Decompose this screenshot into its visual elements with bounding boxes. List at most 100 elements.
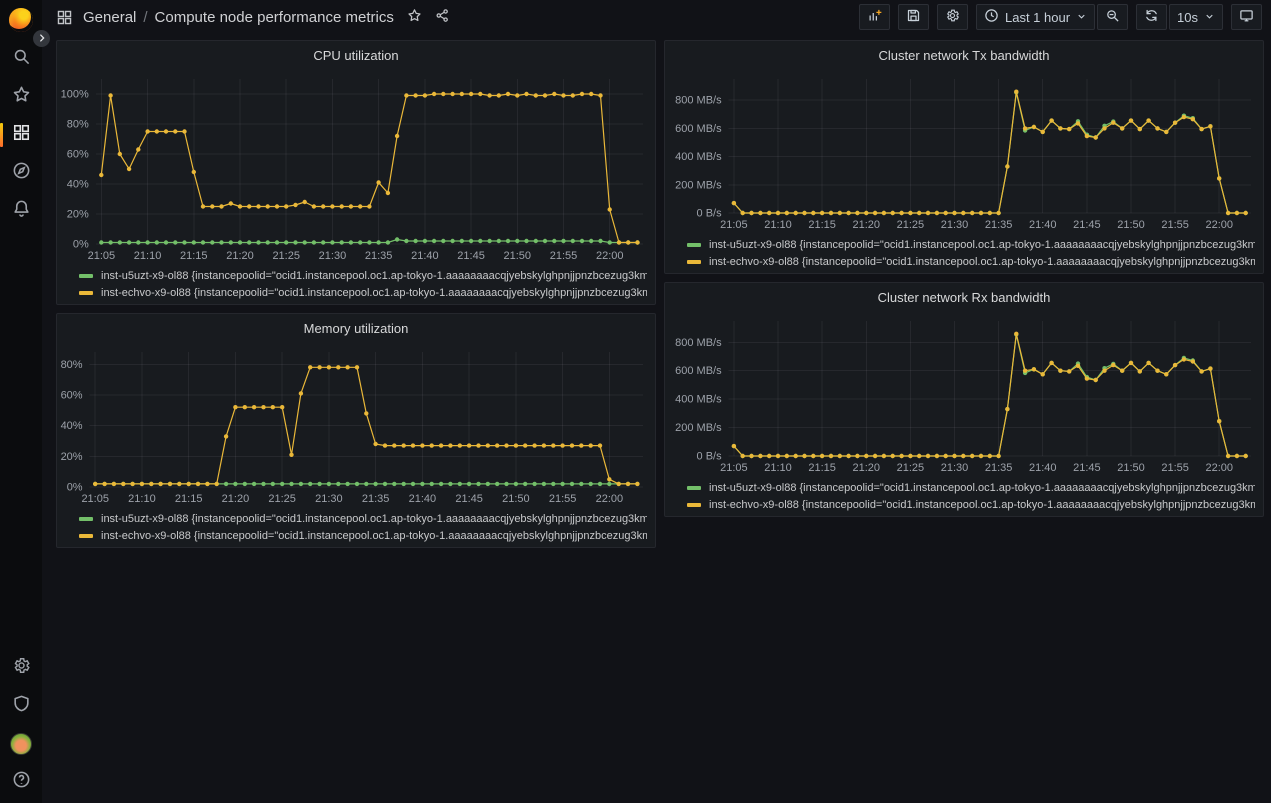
kiosk-mode-button[interactable]	[1231, 4, 1262, 30]
legend-series-swatch	[79, 274, 93, 278]
legend-series-name: inst-echvo-x9-ol88 {instancepoolid="ocid…	[101, 530, 647, 542]
memory-utilization-chart[interactable]: 0%20%40%60%80%21:0521:1021:1521:2021:252…	[57, 342, 655, 509]
panel-header[interactable]: CPU utilization	[57, 41, 655, 69]
svg-text:600 MB/s: 600 MB/s	[675, 365, 722, 377]
svg-text:21:45: 21:45	[1073, 462, 1101, 474]
svg-text:60%: 60%	[61, 389, 83, 401]
legend-item[interactable]: inst-echvo-x9-ol88 {instancepoolid="ocid…	[687, 496, 1255, 513]
network-tx-chart[interactable]: 0 B/s200 MB/s400 MB/s600 MB/s800 MB/s21:…	[665, 69, 1263, 235]
gear-icon	[945, 8, 960, 26]
network-rx-chart[interactable]: 0 B/s200 MB/s400 MB/s600 MB/s800 MB/s21:…	[665, 311, 1263, 478]
svg-text:21:20: 21:20	[226, 250, 254, 262]
time-range-picker[interactable]: Last 1 hour	[976, 4, 1095, 30]
topbar: General / Compute node performance metri…	[42, 0, 1271, 34]
breadcrumb-folder[interactable]: General	[83, 9, 136, 26]
legend-item[interactable]: inst-echvo-x9-ol88 {instancepoolid="ocid…	[687, 253, 1255, 270]
share-dashboard-button[interactable]	[435, 8, 450, 26]
svg-text:21:25: 21:25	[268, 493, 296, 505]
svg-text:200 MB/s: 200 MB/s	[675, 179, 722, 191]
svg-text:60%: 60%	[67, 149, 89, 161]
legend-series-swatch	[687, 243, 701, 247]
dashboard-settings-button[interactable]	[937, 4, 968, 30]
add-panel-button[interactable]	[859, 4, 890, 30]
panel-title: CPU utilization	[313, 48, 398, 63]
svg-text:21:55: 21:55	[549, 493, 577, 505]
star-icon	[407, 8, 422, 26]
legend-item[interactable]: inst-u5uzt-x9-ol88 {instancepoolid="ocid…	[79, 510, 647, 527]
sidebar-item-explore[interactable]	[0, 154, 42, 192]
svg-text:21:15: 21:15	[808, 219, 836, 231]
svg-text:21:25: 21:25	[272, 250, 300, 262]
monitor-icon	[1239, 8, 1254, 26]
refresh-interval-picker[interactable]: 10s	[1169, 4, 1223, 30]
legend-item[interactable]: inst-u5uzt-x9-ol88 {instancepoolid="ocid…	[687, 236, 1255, 253]
sidebar-item-configuration[interactable]	[0, 649, 42, 687]
legend-item[interactable]: inst-u5uzt-x9-ol88 {instancepoolid="ocid…	[79, 267, 647, 284]
svg-text:40%: 40%	[61, 420, 83, 432]
svg-text:200 MB/s: 200 MB/s	[675, 422, 722, 434]
grafana-app: General / Compute node performance metri…	[0, 0, 1271, 803]
dashboard-title[interactable]: Compute node performance metrics	[155, 9, 394, 26]
svg-text:22:00: 22:00	[1205, 462, 1233, 474]
zoom-out-time-button[interactable]	[1097, 4, 1128, 30]
svg-text:400 MB/s: 400 MB/s	[675, 151, 722, 163]
svg-text:22:00: 22:00	[596, 493, 624, 505]
sidebar-expand-button[interactable]	[33, 30, 50, 47]
svg-text:21:15: 21:15	[175, 493, 203, 505]
svg-text:21:10: 21:10	[764, 219, 792, 231]
cpu-utilization-chart[interactable]: 0%20%40%60%80%100%21:0521:1021:1521:2021…	[57, 69, 655, 266]
star-dashboard-button[interactable]	[407, 8, 422, 26]
sidebar-item-help[interactable]	[0, 763, 42, 801]
legend-series-swatch	[79, 291, 93, 295]
panel-header[interactable]: Memory utilization	[57, 314, 655, 342]
toolbar: Last 1 hour 10s	[859, 4, 1262, 30]
sidebar-item-server-admin[interactable]	[0, 687, 42, 725]
svg-text:21:40: 21:40	[1029, 219, 1057, 231]
breadcrumb: General / Compute node performance metri…	[56, 8, 450, 26]
svg-text:21:05: 21:05	[720, 219, 748, 231]
dashboards-grid-icon	[12, 123, 31, 147]
legend-series-swatch	[687, 503, 701, 507]
svg-text:21:30: 21:30	[319, 250, 347, 262]
sidebar-item-profile[interactable]	[0, 725, 42, 763]
refresh-button[interactable]	[1136, 4, 1167, 30]
svg-text:800 MB/s: 800 MB/s	[675, 337, 722, 349]
panel-header[interactable]: Cluster network Rx bandwidth	[665, 283, 1263, 311]
svg-text:21:45: 21:45	[457, 250, 485, 262]
svg-text:600 MB/s: 600 MB/s	[675, 123, 722, 135]
legend-item[interactable]: inst-echvo-x9-ol88 {instancepoolid="ocid…	[79, 284, 647, 301]
svg-text:21:40: 21:40	[409, 493, 437, 505]
legend-series-swatch	[79, 517, 93, 521]
legend-series-name: inst-echvo-x9-ol88 {instancepoolid="ocid…	[709, 256, 1255, 268]
user-avatar	[10, 733, 32, 755]
refresh-group: 10s	[1136, 4, 1223, 30]
svg-text:21:20: 21:20	[852, 219, 880, 231]
legend-item[interactable]: inst-echvo-x9-ol88 {instancepoolid="ocid…	[79, 527, 647, 544]
panel-network-rx: Cluster network Rx bandwidth 0 B/s200 MB…	[664, 282, 1264, 517]
svg-text:80%: 80%	[67, 119, 89, 131]
sidebar-item-dashboards[interactable]	[0, 116, 42, 154]
svg-text:21:35: 21:35	[985, 462, 1013, 474]
time-picker-group: Last 1 hour	[976, 4, 1128, 30]
svg-text:21:45: 21:45	[1073, 219, 1101, 231]
grafana-flame-icon	[9, 8, 33, 32]
legend-series-name: inst-u5uzt-x9-ol88 {instancepoolid="ocid…	[101, 270, 647, 282]
save-dashboard-button[interactable]	[898, 4, 929, 30]
svg-text:22:00: 22:00	[1205, 219, 1233, 231]
star-icon	[12, 85, 31, 109]
svg-text:80%: 80%	[61, 359, 83, 371]
svg-text:21:50: 21:50	[1117, 462, 1145, 474]
svg-text:20%: 20%	[67, 209, 89, 221]
panel-memory-utilization: Memory utilization 0%20%40%60%80%21:0521…	[56, 313, 656, 548]
legend-series-name: inst-echvo-x9-ol88 {instancepoolid="ocid…	[709, 499, 1255, 511]
sidebar-item-starred[interactable]	[0, 78, 42, 116]
svg-text:21:15: 21:15	[180, 250, 208, 262]
sidebar-item-alerting[interactable]	[0, 192, 42, 230]
legend: inst-u5uzt-x9-ol88 {instancepoolid="ocid…	[57, 266, 655, 304]
legend-item[interactable]: inst-u5uzt-x9-ol88 {instancepoolid="ocid…	[687, 479, 1255, 496]
svg-text:21:20: 21:20	[222, 493, 250, 505]
bell-icon	[12, 199, 31, 223]
apps-grid-icon	[56, 9, 73, 26]
add-panel-icon	[867, 8, 882, 26]
panel-header[interactable]: Cluster network Tx bandwidth	[665, 41, 1263, 69]
